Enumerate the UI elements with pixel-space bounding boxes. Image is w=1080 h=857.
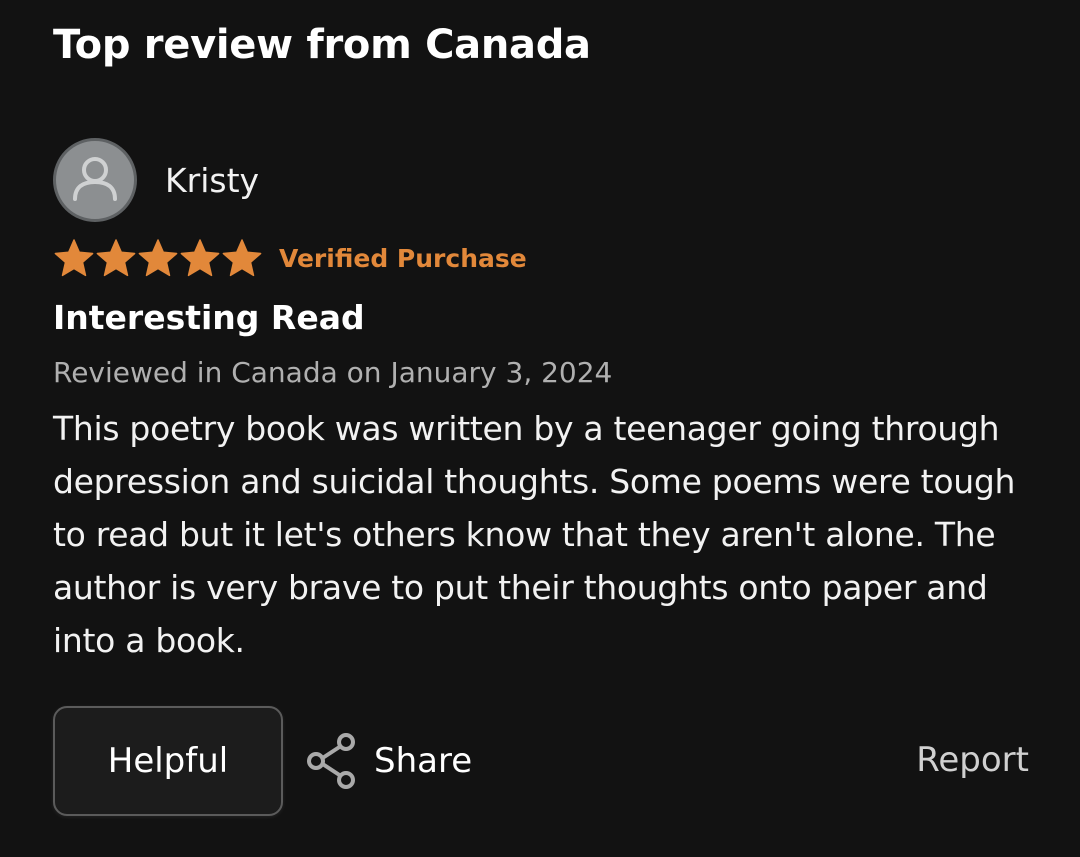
review-date: Reviewed in Canada on January 3, 2024 [53, 356, 613, 389]
star-filled-icon [54, 239, 94, 277]
review-body: This poetry book was written by a teenag… [53, 409, 1016, 660]
reviewer-profile[interactable]: Kristy [53, 138, 259, 222]
user-silhouette-icon[interactable] [53, 138, 137, 222]
verified-purchase-badge: Verified Purchase [279, 243, 527, 273]
helpful-button[interactable]: Helpful [53, 706, 283, 816]
share-label: Share [374, 741, 473, 781]
reviewer-name[interactable]: Kristy [165, 161, 259, 200]
star-rating[interactable] [53, 238, 263, 278]
section-title: Top review from Canada [53, 22, 591, 68]
rating-row: Verified Purchase [53, 238, 527, 278]
share-icon [307, 733, 355, 789]
star-filled-icon [96, 239, 136, 277]
star-filled-icon [180, 239, 220, 277]
review-title[interactable]: Interesting Read [53, 298, 365, 337]
share-button[interactable]: Share [304, 730, 472, 792]
report-link[interactable]: Report [916, 740, 1029, 780]
star-filled-icon [138, 239, 178, 277]
star-filled-icon [222, 239, 262, 277]
